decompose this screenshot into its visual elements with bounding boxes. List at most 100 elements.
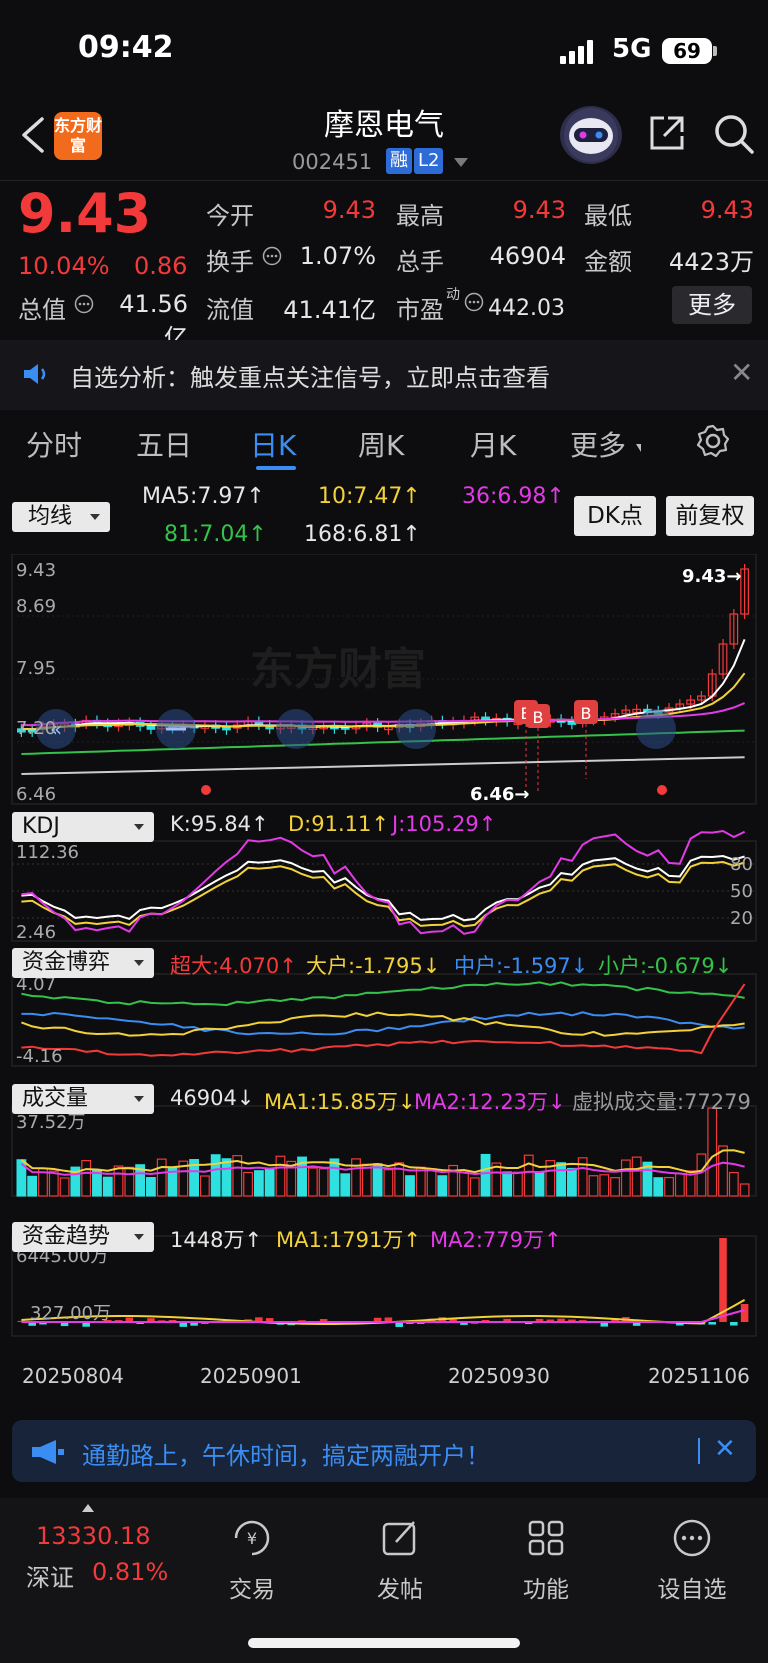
nav-add-watchlist[interactable]: 设自选 bbox=[632, 1570, 752, 1604]
volume-bar bbox=[210, 1154, 221, 1197]
kdj-level: 80 bbox=[730, 854, 753, 875]
ma-selector[interactable]: 均线 bbox=[12, 502, 110, 532]
more-button[interactable]: 更多 bbox=[672, 286, 752, 324]
volume-bar bbox=[48, 1170, 59, 1197]
price-adjust-button[interactable]: 前复权 bbox=[666, 496, 754, 536]
volume-bars-group bbox=[16, 1107, 750, 1197]
tab-five-day[interactable]: 五日 bbox=[136, 424, 192, 464]
capital-trend-selector[interactable]: 资金趋势 bbox=[12, 1222, 154, 1252]
index-name[interactable]: 深证 bbox=[26, 1558, 74, 1593]
kdj-d: D:91.11↑ bbox=[288, 812, 389, 836]
info-icon[interactable] bbox=[464, 292, 484, 312]
ma36-value: 36:6.98↑ bbox=[462, 484, 565, 509]
volume-bar bbox=[415, 1166, 426, 1197]
search-icon[interactable] bbox=[712, 112, 756, 156]
nav-post[interactable]: 发帖 bbox=[340, 1570, 460, 1604]
volume-bar bbox=[556, 1162, 567, 1197]
index-value[interactable]: 13330.18 bbox=[36, 1522, 151, 1550]
nav-function[interactable]: 功能 bbox=[486, 1570, 606, 1604]
buy-signal-marker: B bbox=[574, 700, 598, 779]
volume-bar bbox=[383, 1169, 394, 1197]
dk-point-button[interactable]: DK点 bbox=[574, 496, 656, 536]
volume-bar bbox=[469, 1177, 480, 1197]
y-label: 7.20 bbox=[16, 718, 56, 739]
volume-selector[interactable]: 成交量 bbox=[12, 1084, 154, 1114]
svg-text:B: B bbox=[533, 708, 544, 727]
date-label: 20250804 bbox=[22, 1364, 124, 1388]
banner-text[interactable]: 通勤路上，午休时间，搞定两融开户！ bbox=[82, 1436, 490, 1471]
expand-up-icon[interactable] bbox=[82, 1504, 94, 1512]
app-screen: 09:42 5G 69 东方财富 摩恩电气 002451 融 L2 9.43 1… bbox=[0, 0, 768, 1663]
candle-body bbox=[146, 725, 156, 730]
close-icon[interactable]: ✕ bbox=[730, 356, 753, 389]
volume-bar bbox=[156, 1158, 167, 1197]
volume-bar bbox=[513, 1171, 523, 1197]
open-label: 今开 bbox=[206, 202, 254, 230]
function-grid-icon[interactable] bbox=[524, 1516, 568, 1560]
small-investor-line bbox=[21, 981, 745, 1007]
small: 小户:-0.679↓ bbox=[598, 954, 733, 978]
capital-game-selector[interactable]: 资金博弈 bbox=[12, 948, 154, 978]
trend-value: 1448万↑ bbox=[170, 1228, 263, 1252]
trade-icon[interactable]: ¥ bbox=[230, 1516, 274, 1560]
low-value: 9.43 bbox=[700, 196, 754, 224]
y-label-low: 6.46 bbox=[16, 784, 56, 805]
volume-bar bbox=[351, 1158, 361, 1197]
nav-trade[interactable]: 交易 bbox=[192, 1570, 312, 1604]
svg-text:¥: ¥ bbox=[247, 1529, 257, 1548]
ma168-line bbox=[21, 756, 745, 775]
active-tab-indicator bbox=[256, 466, 296, 470]
volume-bar bbox=[405, 1175, 415, 1197]
volume-bar bbox=[243, 1171, 253, 1197]
kdj-j: J:105.29↑ bbox=[392, 812, 497, 836]
status-time: 09:42 bbox=[78, 30, 174, 65]
info-icon[interactable] bbox=[262, 246, 282, 266]
index-percent[interactable]: 0.81% bbox=[92, 1558, 168, 1586]
high-value: 9.43 bbox=[512, 196, 566, 224]
tab-daily-k[interactable]: 日K bbox=[250, 424, 296, 464]
trend-bar bbox=[708, 1322, 716, 1325]
event-dot bbox=[201, 785, 211, 795]
settings-gear-icon[interactable] bbox=[696, 424, 730, 458]
medium: 中户:-1.597↓ bbox=[454, 954, 589, 978]
volume-bar bbox=[610, 1177, 620, 1197]
post-icon[interactable] bbox=[378, 1516, 422, 1560]
vol-y-top: 37.52万 bbox=[16, 1112, 86, 1133]
divider bbox=[0, 180, 768, 181]
tab-weekly-k[interactable]: 周K bbox=[358, 424, 404, 464]
super-large-line bbox=[21, 983, 746, 1057]
large-investor-line bbox=[21, 1011, 745, 1037]
high-marker: 9.43→ bbox=[682, 566, 742, 587]
assistant-robot-icon[interactable] bbox=[560, 106, 622, 164]
float-cap-value: 41.41亿 bbox=[283, 296, 376, 324]
volume-bar bbox=[631, 1156, 642, 1197]
volume-bar bbox=[707, 1107, 718, 1197]
zoom-out-icon bbox=[156, 709, 196, 749]
pe-dynamic-sup: 动 bbox=[446, 287, 460, 303]
volume-bar bbox=[437, 1175, 448, 1197]
volume-bar bbox=[696, 1153, 707, 1197]
kdj-k-line bbox=[21, 854, 745, 922]
change-percent: 10.04% bbox=[18, 252, 110, 280]
tab-intraday[interactable]: 分时 bbox=[26, 424, 82, 464]
volume-ma-group bbox=[20, 1149, 745, 1176]
event-dot bbox=[657, 785, 667, 795]
volume-bar bbox=[307, 1167, 318, 1197]
tab-monthly-k[interactable]: 月K bbox=[470, 424, 516, 464]
volume-bar bbox=[221, 1158, 232, 1197]
kdj-level: 50 bbox=[730, 881, 753, 902]
tab-more[interactable]: 更多 bbox=[570, 424, 626, 464]
more-circle-icon[interactable] bbox=[670, 1516, 714, 1560]
trend-bar bbox=[730, 1322, 738, 1326]
battery-icon: 69 bbox=[662, 38, 712, 64]
info-icon[interactable] bbox=[74, 294, 94, 314]
notice-text[interactable]: 自选分析：触发重点关注信号，立即点击查看 bbox=[70, 358, 550, 393]
open-value: 9.43 bbox=[322, 196, 376, 224]
banner-close-icon[interactable]: ✕ bbox=[714, 1434, 736, 1464]
share-icon[interactable] bbox=[646, 112, 688, 154]
trend-ma2: MA2:779万↑ bbox=[430, 1228, 562, 1252]
kdj-selector[interactable]: KDJ bbox=[12, 812, 154, 842]
chevron-down-icon[interactable] bbox=[454, 158, 468, 167]
volume-bar bbox=[664, 1176, 674, 1197]
volume-bar bbox=[372, 1163, 383, 1197]
